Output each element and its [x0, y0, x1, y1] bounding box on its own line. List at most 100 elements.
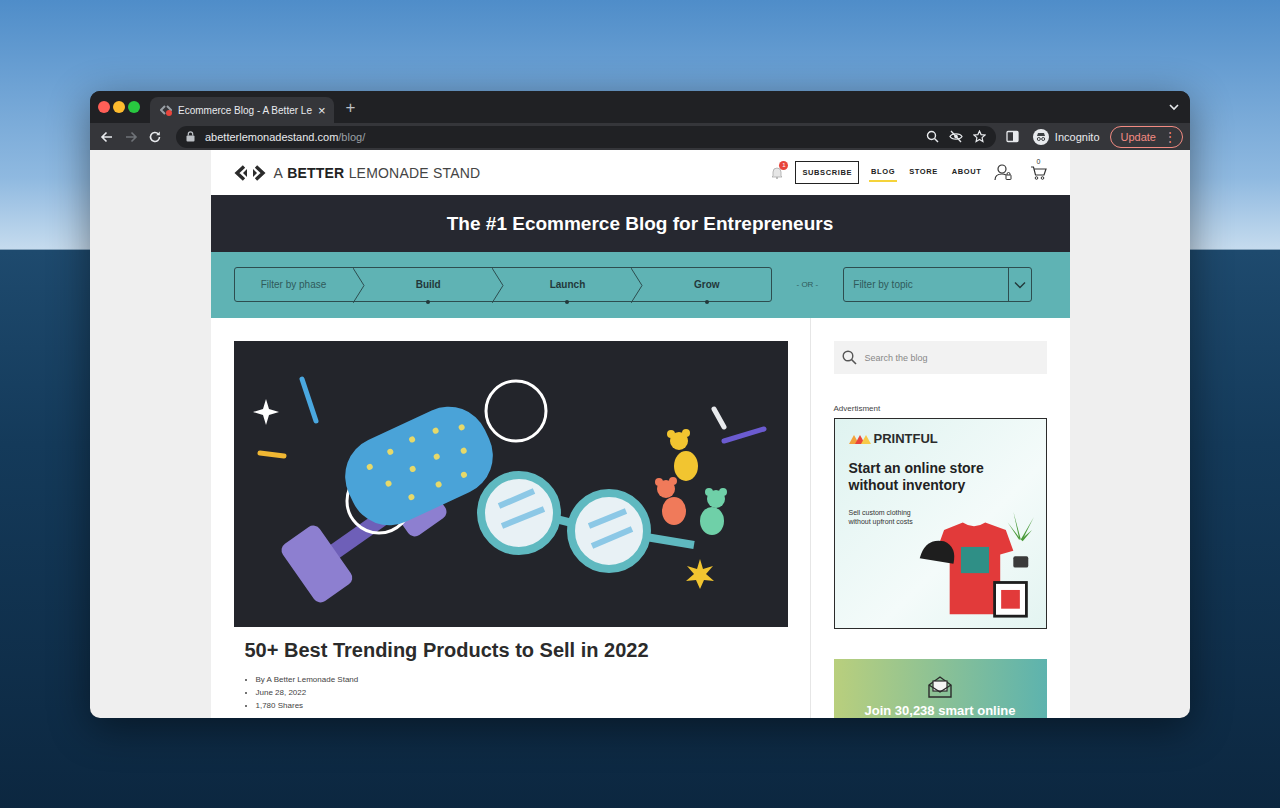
- toolbar: abetterlemonadestand.com/blog/Incognito U…: [90, 123, 1190, 150]
- content: 50+ Best Trending Products to Sell in 20…: [211, 318, 1070, 718]
- reload-icon[interactable]: [148, 130, 162, 144]
- hero-banner: The #1 Ecommerce Blog for Entrepreneurs: [211, 195, 1070, 252]
- nav-item[interactable]: STORE: [907, 163, 940, 182]
- menu-dots: ⋮: [1164, 130, 1176, 144]
- tab-strip: Ecommerce Blog - A Better Le × +: [90, 91, 1190, 123]
- newsletter-signup[interactable]: Join 30,238 smart online: [834, 659, 1047, 718]
- phase-dot: [565, 300, 569, 304]
- page: ABETTER LEMONADE STAND 1 SUBSCRIBE BLOG STORE…: [211, 150, 1070, 718]
- nav-item[interactable]: SUBSCRIBE: [795, 161, 859, 184]
- logo-chevrons-icon: [234, 165, 266, 181]
- window-controls: [90, 101, 140, 113]
- site-favicon-icon: [160, 104, 172, 116]
- address-host: abetterlemonadestand.com: [205, 131, 338, 143]
- phase-label: Build: [416, 279, 441, 290]
- post-card[interactable]: 50+ Best Trending Products to Sell in 20…: [234, 341, 787, 712]
- dropdown-toggle[interactable]: [1008, 268, 1031, 301]
- post-list: 50+ Best Trending Products to Sell in 20…: [211, 318, 811, 718]
- tab-title: Ecommerce Blog - A Better Le: [178, 105, 312, 116]
- filter-bar: Filter by phase Build Launch Grow - OR - Filt…: [211, 252, 1070, 318]
- topic-filter-dropdown[interactable]: Filter by topic: [843, 267, 1032, 302]
- profile-label: Incognito: [1055, 131, 1100, 143]
- update-label: Update: [1121, 131, 1156, 143]
- post-meta-item: By A Better Lemonade Stand: [245, 673, 776, 686]
- topic-filter-placeholder: Filter by topic: [844, 268, 1008, 301]
- page-viewport: ABETTER LEMONADE STAND 1 SUBSCRIBE BLOG STORE…: [90, 150, 1190, 718]
- phase-dot: [426, 300, 430, 304]
- nav-item[interactable]: BLOG: [869, 163, 897, 182]
- site-logo[interactable]: ABETTER LEMONADE STAND: [234, 165, 481, 181]
- back-arrow-icon[interactable]: [100, 130, 114, 144]
- browser-window: Ecommerce Blog - A Better Le × + abetterlem…: [90, 91, 1190, 718]
- header-actions: 1 SUBSCRIBE BLOG STORE ABOUT 0: [771, 161, 1046, 184]
- logo-word: A: [274, 165, 284, 181]
- account-user-icon[interactable]: [994, 164, 1012, 181]
- tab-search-chevron-icon[interactable]: [1168, 101, 1180, 113]
- segment-divider-icon: [353, 268, 365, 303]
- ad-headline: Start an online store without inventory: [849, 460, 1024, 494]
- zoom-window-button[interactable]: [128, 101, 140, 113]
- ad-body: Sell custom clothing without upfront cos…: [849, 498, 1038, 623]
- desktop: Ecommerce Blog - A Better Le × + abetterlem…: [0, 0, 1280, 808]
- new-tab-button[interactable]: +: [346, 99, 356, 116]
- trending-products-illustration-icon[interactable]: [234, 341, 788, 627]
- side-panel-icon[interactable]: [1006, 130, 1019, 143]
- phase-label: Grow: [694, 279, 720, 290]
- incognito-profile[interactable]: Incognito: [1033, 129, 1100, 145]
- logo-word: LEMONADE STAND: [349, 165, 481, 181]
- newsletter-title: Join 30,238 smart online: [864, 704, 1015, 718]
- tab-close-button[interactable]: ×: [318, 104, 326, 117]
- lock-icon[interactable]: [186, 131, 195, 142]
- cart-count: 0: [1037, 158, 1041, 165]
- sidebar: Search the blog Advertisment PRINTFUL Start…: [811, 318, 1070, 718]
- notifications-button[interactable]: 1: [771, 166, 783, 179]
- address-text[interactable]: abetterlemonadestand.com/blog/: [205, 131, 365, 143]
- logo-text: ABETTER LEMONADE STAND: [274, 165, 481, 181]
- cart-button[interactable]: 0: [1030, 166, 1047, 180]
- bookmark-star-icon[interactable]: [973, 130, 986, 143]
- notification-badge: 1: [779, 161, 788, 170]
- segment-divider-icon: [631, 268, 643, 303]
- address-path: /blog/: [338, 131, 365, 143]
- ad-label: Advertisment: [834, 404, 1047, 414]
- browser-tab[interactable]: Ecommerce Blog - A Better Le ×: [150, 97, 334, 123]
- phase-dot: [705, 300, 709, 304]
- phase-option[interactable]: Build: [365, 268, 492, 301]
- post-title[interactable]: 50+ Best Trending Products to Sell in 20…: [245, 639, 776, 662]
- phase-label: Launch: [550, 279, 586, 290]
- address-bar[interactable]: abetterlemonadestand.com/blog/: [176, 126, 996, 148]
- or-separator: - OR -: [797, 280, 819, 289]
- search-icon: [842, 350, 857, 365]
- update-button[interactable]: Update ⋮: [1110, 126, 1183, 148]
- ad-brand: PRINTFUL: [849, 431, 1038, 446]
- printful-ad[interactable]: PRINTFUL Start an online store without in…: [834, 418, 1047, 629]
- phase-filter-title: Filter by phase: [261, 279, 327, 290]
- chevron-down-icon: [1014, 281, 1026, 289]
- nav-item[interactable]: ABOUT: [950, 163, 984, 182]
- ad-brand-name: PRINTFUL: [874, 431, 938, 446]
- printful-logo-icon: [849, 434, 871, 444]
- envelope-icon: [927, 675, 953, 699]
- forward-arrow-icon[interactable]: [124, 130, 138, 144]
- phase-option[interactable]: Launch: [504, 268, 631, 301]
- ad-subline: Sell custom clothing without upfront cos…: [849, 508, 916, 526]
- search-placeholder: Search the blog: [865, 353, 928, 363]
- post-meta-item: 1,780 Shares: [245, 699, 776, 712]
- minimize-window-button[interactable]: [113, 101, 125, 113]
- tshirt-product-icon: [916, 498, 1038, 623]
- eye-off-icon[interactable]: [949, 130, 963, 143]
- post-meta-item: June 28, 2022: [245, 686, 776, 699]
- zoom-search-icon[interactable]: [926, 130, 939, 143]
- incognito-icon: [1033, 129, 1049, 145]
- phase-option[interactable]: Grow: [643, 268, 770, 301]
- blog-headline: The #1 Ecommerce Blog for Entrepreneurs: [447, 213, 833, 235]
- site-header: ABETTER LEMONADE STAND 1 SUBSCRIBE BLOG STORE…: [211, 150, 1070, 195]
- phase-filter-label: Filter by phase: [235, 268, 353, 301]
- shopping-cart-icon: [1030, 166, 1047, 180]
- blog-search-field[interactable]: Search the blog: [834, 341, 1047, 374]
- post-meta: By A Better Lemonade StandJune 28, 20221…: [245, 673, 776, 712]
- phase-filter: Filter by phase Build Launch Grow: [234, 267, 772, 302]
- close-window-button[interactable]: [98, 101, 110, 113]
- segment-divider-icon: [492, 268, 504, 303]
- logo-word: BETTER: [287, 165, 344, 181]
